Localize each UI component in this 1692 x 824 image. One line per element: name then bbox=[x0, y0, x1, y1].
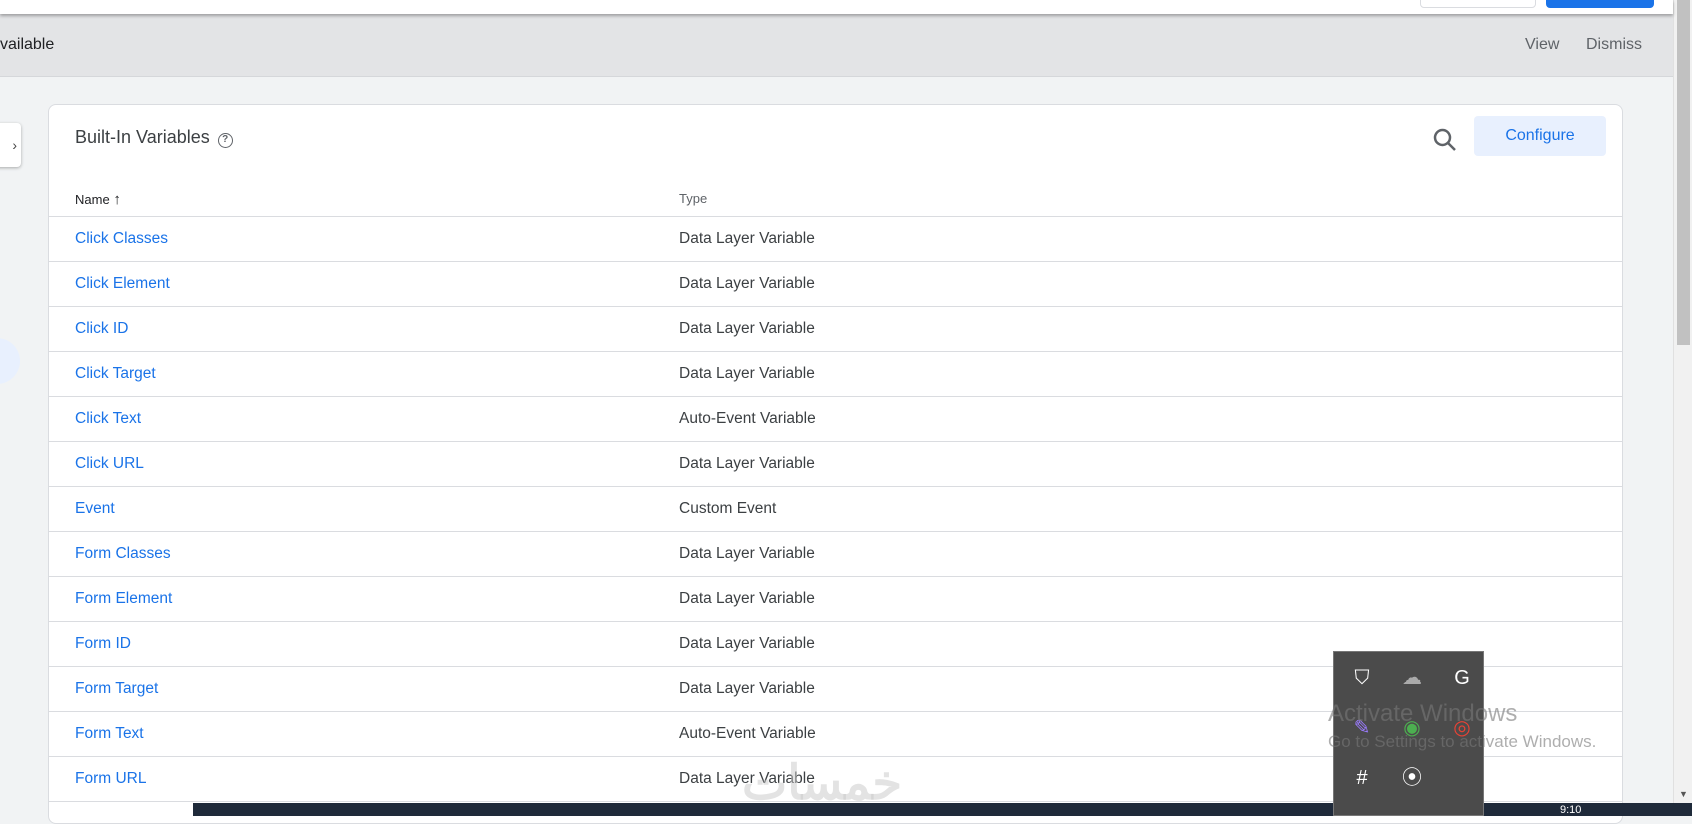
variable-type: Data Layer Variable bbox=[679, 275, 815, 292]
variable-type: Auto-Event Variable bbox=[679, 725, 816, 742]
download-manager-icon[interactable]: ◉ bbox=[1398, 714, 1426, 742]
collapse-panel-button[interactable]: › bbox=[0, 123, 21, 167]
variable-name-link[interactable]: Form Classes bbox=[75, 545, 171, 563]
table-row[interactable]: Click Element Data Layer Variable bbox=[49, 262, 1622, 307]
variable-type: Data Layer Variable bbox=[679, 545, 815, 562]
taskbar-clock[interactable]: 9:10 bbox=[1560, 804, 1581, 816]
card-title-text: Built-In Variables bbox=[75, 127, 210, 147]
help-circle-icon[interactable]: ? bbox=[217, 133, 233, 148]
table-row[interactable]: Event Custom Event bbox=[49, 487, 1622, 532]
variable-type: Custom Event bbox=[679, 500, 777, 517]
chrome-icon[interactable]: ◎ bbox=[1448, 714, 1476, 742]
variable-name-link[interactable]: Click Classes bbox=[75, 230, 168, 248]
variable-type: Data Layer Variable bbox=[679, 230, 815, 247]
card-title: Built-In Variables? bbox=[75, 127, 233, 148]
variable-type: Data Layer Variable bbox=[679, 320, 815, 337]
dismiss-link[interactable]: Dismiss bbox=[1586, 36, 1642, 54]
table-row[interactable]: Click URL Data Layer Variable bbox=[49, 442, 1622, 487]
table-row[interactable]: Click Text Auto-Event Variable bbox=[49, 397, 1622, 442]
variable-name-link[interactable]: Form Text bbox=[75, 725, 144, 743]
scrollbar[interactable]: ▼ bbox=[1673, 0, 1692, 803]
top-app-bar bbox=[0, 0, 1673, 14]
variable-type: Data Layer Variable bbox=[679, 635, 815, 652]
variable-name-link[interactable]: Click ID bbox=[75, 320, 128, 338]
scrollbar-thumb[interactable] bbox=[1677, 0, 1690, 345]
column-name[interactable]: Name ↑ bbox=[75, 191, 121, 208]
variable-type: Data Layer Variable bbox=[679, 455, 815, 472]
configure-button[interactable]: Configure bbox=[1474, 116, 1606, 156]
table-row[interactable]: Click Classes Data Layer Variable bbox=[49, 217, 1622, 262]
table-row[interactable]: Form Classes Data Layer Variable bbox=[49, 532, 1622, 577]
variable-type: Data Layer Variable bbox=[679, 680, 815, 697]
onedrive-off-icon[interactable]: ☁ bbox=[1398, 664, 1426, 692]
variable-name-link[interactable]: Click Text bbox=[75, 410, 141, 428]
variable-type: Data Layer Variable bbox=[679, 365, 815, 382]
banner-message: vailable bbox=[0, 36, 55, 53]
arrow-up-icon: ↑ bbox=[113, 191, 121, 208]
search-icon[interactable] bbox=[1430, 125, 1460, 155]
record-icon[interactable]: ⦿ bbox=[1398, 764, 1426, 792]
variable-name-link[interactable]: Form URL bbox=[75, 770, 146, 788]
column-name-label: Name bbox=[75, 192, 110, 207]
sidebar-active-item[interactable] bbox=[0, 338, 20, 384]
table-header: Name ↑ Type bbox=[49, 177, 1622, 217]
variable-name-link[interactable]: Form Target bbox=[75, 680, 158, 698]
variable-name-link[interactable]: Form ID bbox=[75, 635, 131, 653]
column-type[interactable]: Type bbox=[679, 191, 707, 206]
table-row[interactable]: Click ID Data Layer Variable bbox=[49, 307, 1622, 352]
variable-name-link[interactable]: Click Target bbox=[75, 365, 156, 383]
primary-button[interactable] bbox=[1546, 0, 1654, 8]
slack-icon[interactable]: # bbox=[1348, 764, 1376, 792]
variable-type: Data Layer Variable bbox=[679, 590, 815, 607]
table-row[interactable]: Click Target Data Layer Variable bbox=[49, 352, 1622, 397]
variable-name-link[interactable]: Click URL bbox=[75, 455, 144, 473]
view-link[interactable]: View bbox=[1525, 36, 1559, 54]
variable-name-link[interactable]: Event bbox=[75, 500, 115, 518]
table-row[interactable]: Form Element Data Layer Variable bbox=[49, 577, 1622, 622]
notification-banner: vailable View Dismiss bbox=[0, 14, 1673, 77]
variable-type: Auto-Event Variable bbox=[679, 410, 816, 427]
scroll-down-arrow[interactable]: ▼ bbox=[1679, 789, 1688, 799]
secondary-button[interactable] bbox=[1420, 0, 1536, 8]
feather-icon[interactable]: ✎ bbox=[1348, 714, 1376, 742]
grammarly-icon[interactable]: G bbox=[1448, 664, 1476, 692]
system-tray-overflow: ⛉ ☁ G ✎ ◉ ◎ # ⦿ bbox=[1333, 651, 1484, 816]
variable-name-link[interactable]: Form Element bbox=[75, 590, 172, 608]
variable-name-link[interactable]: Click Element bbox=[75, 275, 170, 293]
security-warning-icon[interactable]: ⛉ bbox=[1348, 664, 1376, 692]
